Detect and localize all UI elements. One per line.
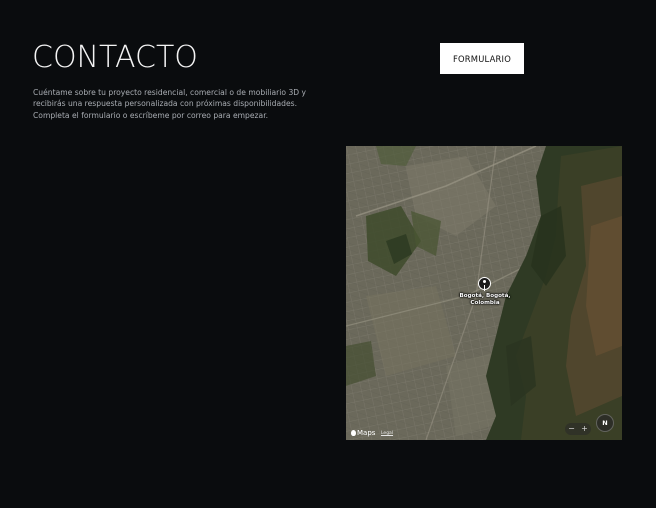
- zoom-in-button[interactable]: +: [581, 423, 588, 435]
- zoom-out-button[interactable]: −: [568, 423, 575, 435]
- apple-logo-icon: [351, 430, 356, 436]
- compass-label: N: [602, 419, 608, 427]
- maps-provider-label: Maps: [357, 429, 376, 437]
- contact-page: CONTACTO Cuéntame sobre tu proyecto resi…: [0, 0, 656, 508]
- location-label-line: Bogotá, Bogotá,: [459, 293, 511, 299]
- description-line: Cuéntame sobre tu proyecto residencial, …: [33, 88, 307, 97]
- legal-link[interactable]: Legal: [381, 431, 393, 436]
- pin-stem: [484, 285, 485, 291]
- contact-description: Cuéntame sobre tu proyecto residencial, …: [33, 87, 333, 121]
- location-map[interactable]: Bogotá, Bogotá, Colombia Maps Legal − + …: [346, 146, 622, 440]
- maps-attribution: Maps: [351, 429, 375, 437]
- compass-icon[interactable]: N: [596, 414, 614, 432]
- location-label-line: Colombia: [470, 300, 500, 306]
- page-title: CONTACTO: [32, 40, 198, 75]
- location-label: Bogotá, Bogotá, Colombia: [452, 293, 518, 307]
- description-line: recibirás una respuesta personalizada co…: [33, 99, 298, 109]
- zoom-controls: − +: [565, 423, 591, 435]
- form-button[interactable]: FORMULARIO: [440, 43, 524, 74]
- description-line: Completa el formulario o escríbeme por c…: [33, 110, 269, 120]
